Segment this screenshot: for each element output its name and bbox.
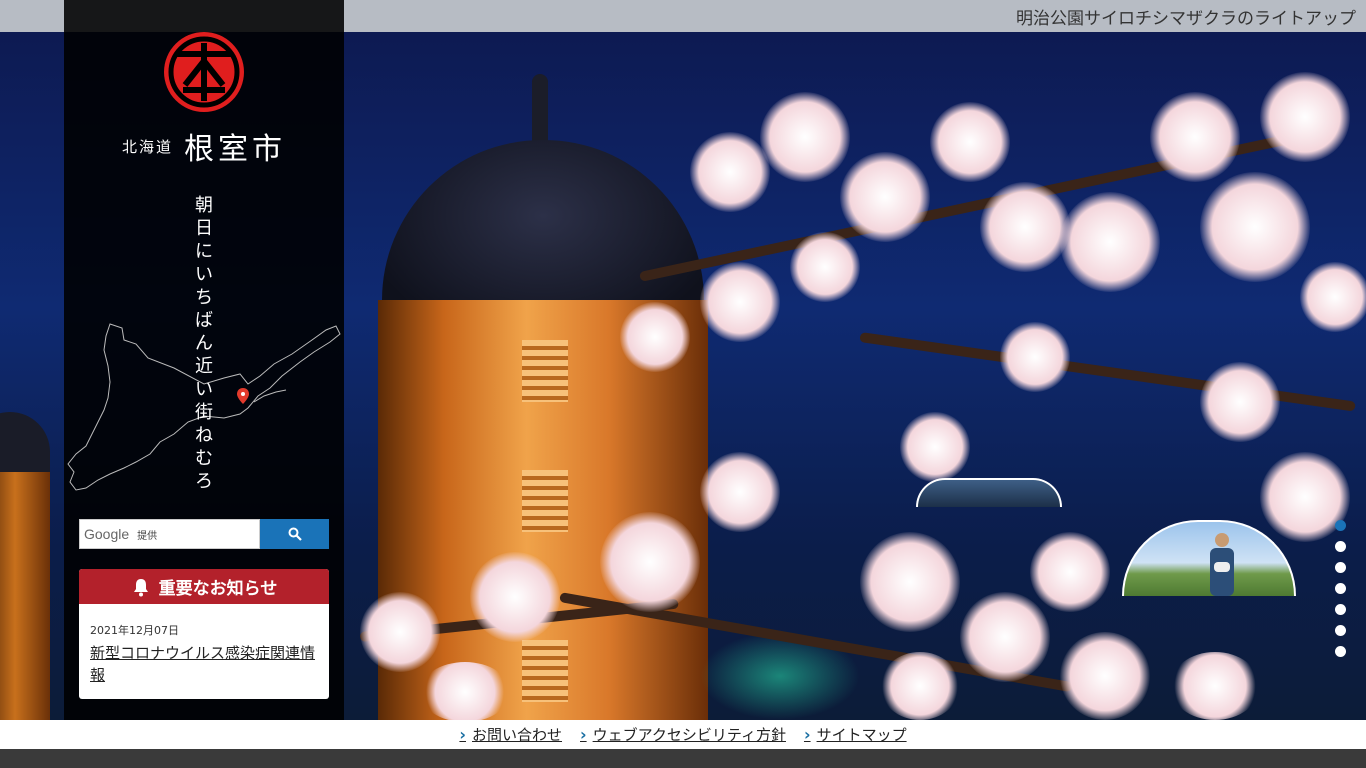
- important-notice-box: 重要なお知らせ 2021年12月07日 新型コロナウイルス感染症関連情報: [79, 569, 329, 699]
- slider-dot[interactable]: [1335, 646, 1346, 657]
- slider-dot[interactable]: [1335, 604, 1346, 615]
- footer-links: › お問い合わせ › ウェブアクセシビリティ方針 › サイトマップ: [0, 720, 1366, 749]
- chevron-right-icon: ›: [580, 725, 587, 744]
- prefecture-label: 北海道: [121, 137, 173, 156]
- sidebar-panel: 北海道 根室市 朝日にいちばん近い街 ねむろ Google 提供 重要なお知らせ…: [64, 0, 344, 720]
- google-label: Google: [84, 526, 130, 542]
- footer-bar: [0, 749, 1366, 768]
- search-button[interactable]: [260, 519, 329, 549]
- search-icon: [288, 527, 302, 541]
- slider-dot[interactable]: [1335, 583, 1346, 594]
- chevron-right-icon: ›: [459, 725, 466, 744]
- silo-window: [522, 640, 568, 702]
- slide-thumbnail[interactable]: [916, 478, 1062, 507]
- slider-dot[interactable]: [1335, 520, 1346, 531]
- notice-link[interactable]: 新型コロナウイルス感染症関連情報: [90, 642, 321, 686]
- city-label: 根室市: [184, 132, 287, 167]
- site-search: Google 提供: [79, 519, 329, 549]
- city-emblem-logo[interactable]: [163, 31, 245, 113]
- bell-icon: [133, 578, 148, 596]
- slogan-vertical-sub: ねむろ: [195, 425, 213, 492]
- footer-link-label: サイトマップ: [816, 726, 907, 744]
- footer-link-label: お問い合わせ: [472, 726, 563, 744]
- notice-date: 2021年12月07日: [90, 624, 179, 637]
- slider-dot[interactable]: [1335, 541, 1346, 552]
- city-name-logo[interactable]: 北海道 根室市: [64, 124, 344, 168]
- silo-window: [522, 340, 568, 402]
- footer-link-accessibility[interactable]: › ウェブアクセシビリティ方針: [580, 724, 786, 745]
- slider-dot[interactable]: [1335, 625, 1346, 636]
- provided-by-label: 提供: [137, 530, 158, 542]
- map-pin-icon: [237, 388, 249, 404]
- notice-heading-label: 重要なお知らせ: [158, 579, 278, 599]
- footer-link-sitemap[interactable]: › サイトマップ: [804, 724, 907, 745]
- chevron-right-icon: ›: [803, 725, 811, 744]
- slider-pagination: [1335, 520, 1347, 667]
- slider-dot[interactable]: [1335, 562, 1346, 573]
- slogan-vertical: 朝日にいちばん近い街: [195, 195, 213, 423]
- silo-window: [522, 470, 568, 532]
- background-tower: [0, 472, 50, 720]
- slide-caption: 明治公園サイロチシマザクラのライトアップ: [1016, 9, 1356, 29]
- search-input[interactable]: Google 提供: [79, 519, 260, 549]
- person-photo: [1210, 533, 1234, 596]
- footer-link-label: ウェブアクセシビリティ方針: [592, 726, 786, 744]
- silo-spire: [532, 74, 548, 144]
- notice-heading: 重要なお知らせ: [79, 569, 329, 604]
- footer-link-contact[interactable]: › お問い合わせ: [459, 724, 562, 745]
